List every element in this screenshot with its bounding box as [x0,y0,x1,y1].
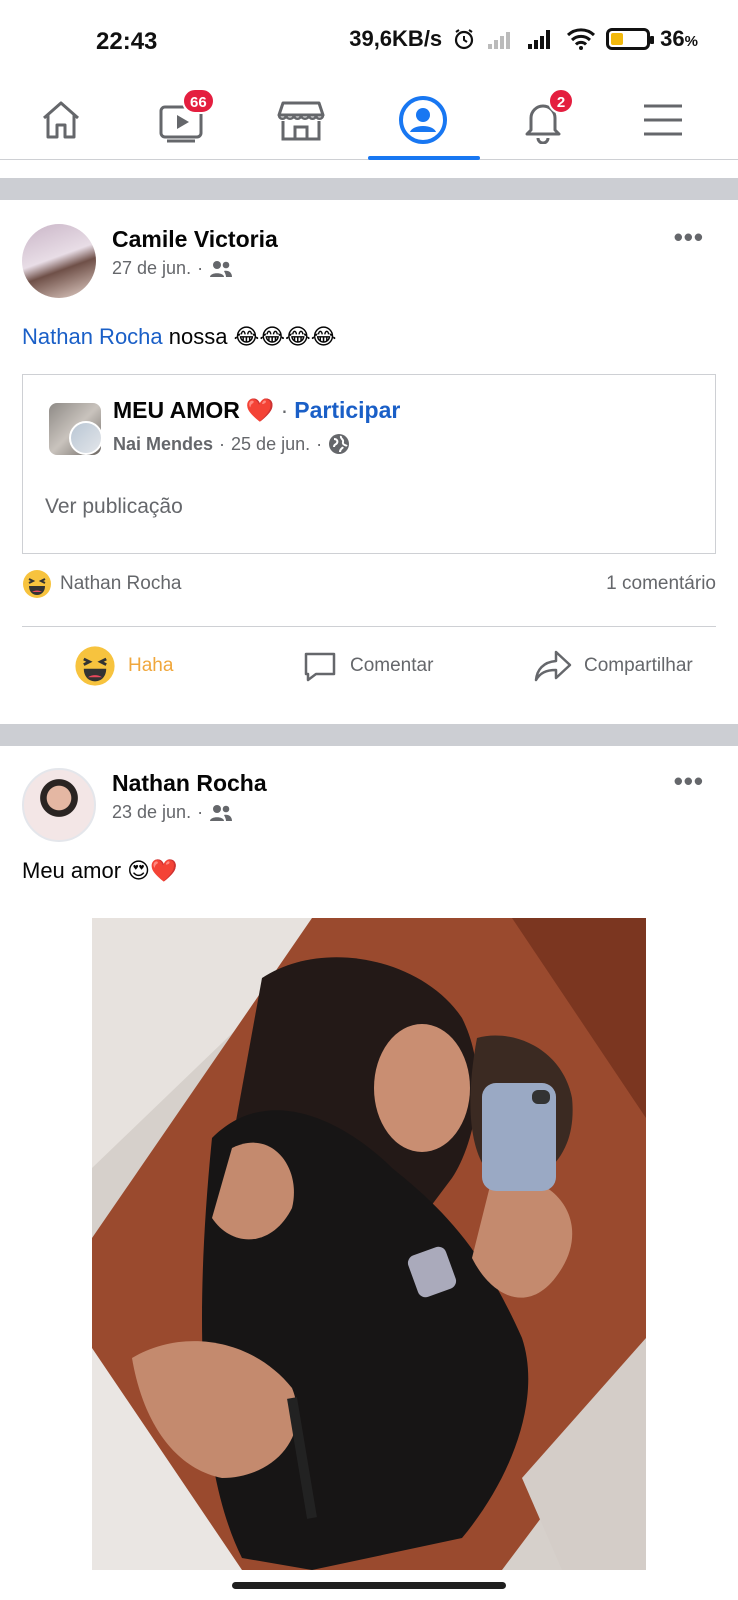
status-bar: 22:43 39,6KB/s 36% [0,0,738,78]
home-indicator[interactable] [232,1582,506,1589]
post-author[interactable]: Camile Victoria [112,226,278,253]
share-label: Compartilhar [584,655,693,676]
nav-marketplace[interactable] [246,84,356,156]
post-photo[interactable] [92,918,646,1570]
profile-icon [399,96,447,144]
battery-icon [606,28,655,50]
comment-count[interactable]: 1 comentário [606,573,716,595]
haha-icon [75,646,115,686]
heart-emoji: ❤️ [245,397,275,423]
haha-icon [23,570,51,598]
notifications-badge: 2 [548,88,574,114]
post-text: Meu amor 😍❤️ [22,858,178,884]
clock: 22:43 [96,28,158,55]
share-button[interactable]: Compartilhar [534,636,693,696]
post-date[interactable]: 23 de jun. [112,802,191,823]
alarm-icon [455,29,474,50]
friends-icon [210,260,233,277]
haha-label: Haha [128,655,174,676]
globe-icon [329,434,350,454]
poster-avatar [69,421,103,455]
reactions-summary[interactable]: Nathan Rocha 1 comentário [22,566,716,602]
comment-label: Comentar [350,655,434,676]
shared-meta: Nai Mendes · 25 de jun. · [113,433,350,455]
post-meta: 23 de jun. · [112,802,233,823]
post-options-button[interactable]: ••• [674,222,704,253]
couple-photo [92,918,646,1570]
share-icon [534,650,572,682]
join-group-button[interactable]: Participar [294,397,400,424]
nav-menu[interactable] [608,84,718,156]
battery-unit: % [684,33,698,50]
post-date[interactable]: 27 de jun. [112,258,191,279]
post-actions: Haha Comentar Compartilhar [0,636,738,696]
hamburger-icon [644,104,682,136]
reacted-by: Nathan Rocha [60,573,182,594]
shared-date[interactable]: 25 de jun. [231,434,310,455]
post-body: nossa [168,324,228,349]
status-icons: 39,6KB/s 36% [349,26,698,52]
post-author[interactable]: Nathan Rocha [112,770,267,797]
nav-home[interactable] [6,84,116,156]
group-title-row: MEU AMOR ❤️ · Participar [113,397,401,424]
watch-badge: 66 [182,88,215,114]
shared-poster[interactable]: Nai Mendes [113,434,213,455]
love-emojis: 😍❤️ [127,858,178,883]
network-speed: 39,6KB/s [349,26,443,51]
store-icon [277,101,325,141]
avatar[interactable] [22,768,96,842]
see-post-link[interactable]: Ver publicação [45,495,183,519]
avatar[interactable] [22,224,96,298]
post-meta: 27 de jun. · [112,258,233,279]
laughing-emojis: 😂😂😂😂 [233,324,337,349]
friends-icon [210,804,233,821]
post-text: Nathan Rocha nossa 😂😂😂😂 [22,324,336,350]
wifi-icon [567,28,596,50]
nav-profile[interactable] [368,84,480,160]
post-camile: Camile Victoria 27 de jun. · ••• Nathan … [0,200,738,724]
home-icon [43,101,79,139]
nav-notifications[interactable]: 2 [488,84,598,156]
signal-weak-icon [488,32,511,49]
group-title[interactable]: MEU AMOR [113,397,240,424]
post-body: Meu amor [22,858,122,883]
mention-link[interactable]: Nathan Rocha [22,324,163,349]
battery-percent: 36 [660,26,685,51]
haha-button[interactable]: Haha [74,636,173,696]
feed-separator [0,178,738,200]
signal-icon [528,30,551,49]
nav-watch[interactable]: 66 [126,84,236,156]
comment-icon [304,652,336,682]
feed-separator [0,724,738,746]
post-options-button[interactable]: ••• [674,766,704,797]
post-divider [22,626,716,627]
shared-post-card[interactable]: MEU AMOR ❤️ · Participar Nai Mendes · 25… [22,374,716,554]
comment-button[interactable]: Comentar [302,636,433,696]
top-nav: 66 2 [0,78,738,160]
